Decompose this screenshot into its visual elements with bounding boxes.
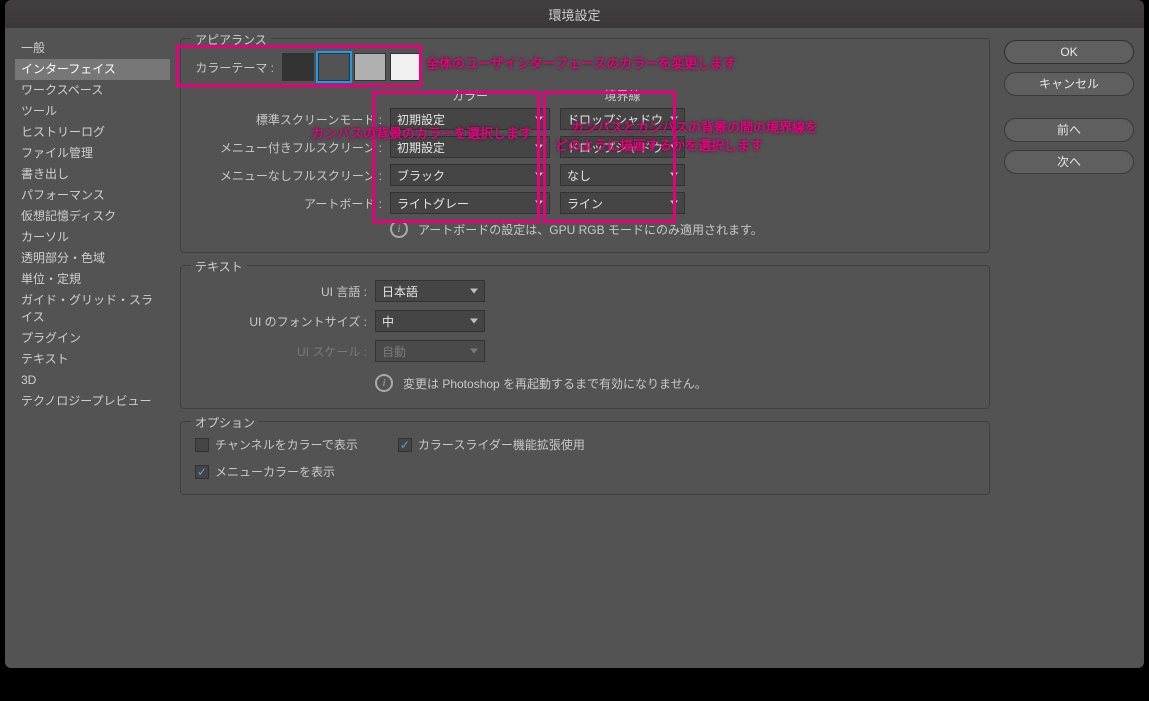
sidebar-item-tech-preview[interactable]: テクノロジープレビュー: [15, 391, 170, 412]
opt-channel-color[interactable]: チャンネルをカラーで表示: [195, 436, 358, 453]
annot-label-color-col: カンバスの背景のカラーを選択します: [311, 125, 532, 143]
sidebar-item-interface[interactable]: インターフェイス: [15, 59, 170, 80]
col-header-color: カラー: [390, 87, 550, 104]
titlebar: 環境設定: [5, 0, 1144, 28]
sidebar-item-transparency[interactable]: 透明部分・色域: [15, 248, 170, 269]
appearance-info-text: アートボードの設定は、GPU RGB モードにのみ適用されます。: [418, 221, 763, 238]
sidebar-item-file-handling[interactable]: ファイル管理: [15, 143, 170, 164]
right-buttons: OK キャンセル 前へ 次へ: [1004, 38, 1134, 658]
row3-label: アートボード :: [195, 195, 390, 212]
text-group-title: テキスト: [191, 258, 247, 275]
row3-color-dd[interactable]: ライトグレー: [390, 192, 550, 214]
text-group: テキスト UI 言語 : 日本語 UI のフォントサイズ : 中 UI スケール…: [180, 265, 990, 409]
sidebar-item-units[interactable]: 単位・定規: [15, 269, 170, 290]
main-panel: アピアランス カラーテーマ : 全体のユーザインターフェースのカラーを変更します…: [180, 38, 994, 658]
ok-button[interactable]: OK: [1004, 40, 1134, 64]
opt-channel-color-check[interactable]: [195, 438, 209, 452]
sidebar-item-general[interactable]: 一般: [15, 38, 170, 59]
row2-label: メニューなしフルスクリーン :: [195, 167, 390, 184]
sidebar-item-export[interactable]: 書き出し: [15, 164, 170, 185]
sidebar-item-3d[interactable]: 3D: [15, 370, 170, 391]
col-header-border: 境界線: [560, 87, 685, 104]
swatch-medium-light[interactable]: [354, 53, 386, 81]
sidebar-item-type[interactable]: テキスト: [15, 349, 170, 370]
row2-color-dd[interactable]: ブラック: [390, 164, 550, 186]
annot-label-border-l1: カンバスとカンバスの背景の間の境界線を: [571, 119, 818, 137]
preferences-window: 環境設定 一般 インターフェイス ワークスペース ツール ヒストリーログ ファイ…: [5, 0, 1144, 668]
opt-show-menu-colors-check[interactable]: [195, 465, 209, 479]
next-button[interactable]: 次へ: [1004, 150, 1134, 174]
content-area: 一般 インターフェイス ワークスペース ツール ヒストリーログ ファイル管理 書…: [5, 28, 1144, 668]
sidebar-item-cursor[interactable]: カーソル: [15, 227, 170, 248]
text-info: 変更は Photoshop を再起動するまで有効になりません。: [403, 375, 707, 392]
ui-lang-dd[interactable]: 日本語: [375, 280, 485, 302]
sidebar-item-plugins[interactable]: プラグイン: [15, 328, 170, 349]
sidebar-item-performance[interactable]: パフォーマンス: [15, 185, 170, 206]
cancel-button[interactable]: キャンセル: [1004, 72, 1134, 96]
color-theme-swatches: [282, 53, 422, 81]
swatch-dark[interactable]: [282, 53, 314, 81]
options-group: オプション チャンネルをカラーで表示 カラースライダー機能拡張使用 メニューカラ…: [180, 421, 990, 495]
sidebar: 一般 インターフェイス ワークスペース ツール ヒストリーログ ファイル管理 書…: [15, 38, 170, 658]
prev-button[interactable]: 前へ: [1004, 118, 1134, 142]
sidebar-item-guides[interactable]: ガイド・グリッド・スライス: [15, 290, 170, 328]
opt-dynamic-sliders-check[interactable]: [398, 438, 412, 452]
appearance-title: アピアランス: [191, 31, 271, 48]
annot-label-theme: 全体のユーザインターフェースのカラーを変更します: [426, 55, 736, 73]
ui-lang-label: UI 言語 :: [195, 283, 375, 300]
window-title: 環境設定: [548, 5, 600, 24]
appearance-group: アピアランス カラーテーマ : 全体のユーザインターフェースのカラーを変更します…: [180, 38, 990, 253]
opt-show-menu-colors[interactable]: メニューカラーを表示: [195, 463, 975, 480]
ui-scale-label: UI スケール :: [195, 343, 375, 360]
sidebar-item-history[interactable]: ヒストリーログ: [15, 122, 170, 143]
annot-label-border-l2: どのように描画するかを選択します: [555, 137, 763, 155]
opt-dynamic-sliders[interactable]: カラースライダー機能拡張使用: [398, 436, 585, 453]
ui-fontsize-dd[interactable]: 中: [375, 310, 485, 332]
row3-border-dd[interactable]: ライン: [560, 192, 685, 214]
options-title: オプション: [191, 414, 259, 431]
ui-scale-dd: 自動: [375, 340, 485, 362]
ui-fontsize-label: UI のフォントサイズ :: [195, 313, 375, 330]
color-theme-label: カラーテーマ :: [195, 59, 282, 76]
swatch-medium-dark[interactable]: [318, 53, 350, 81]
swatch-light[interactable]: [390, 53, 422, 81]
row2-border-dd[interactable]: なし: [560, 164, 685, 186]
info-icon: i: [390, 220, 408, 238]
sidebar-item-workspace[interactable]: ワークスペース: [15, 80, 170, 101]
info-icon: i: [375, 374, 393, 392]
sidebar-item-scratch[interactable]: 仮想記憶ディスク: [15, 206, 170, 227]
sidebar-item-tools[interactable]: ツール: [15, 101, 170, 122]
